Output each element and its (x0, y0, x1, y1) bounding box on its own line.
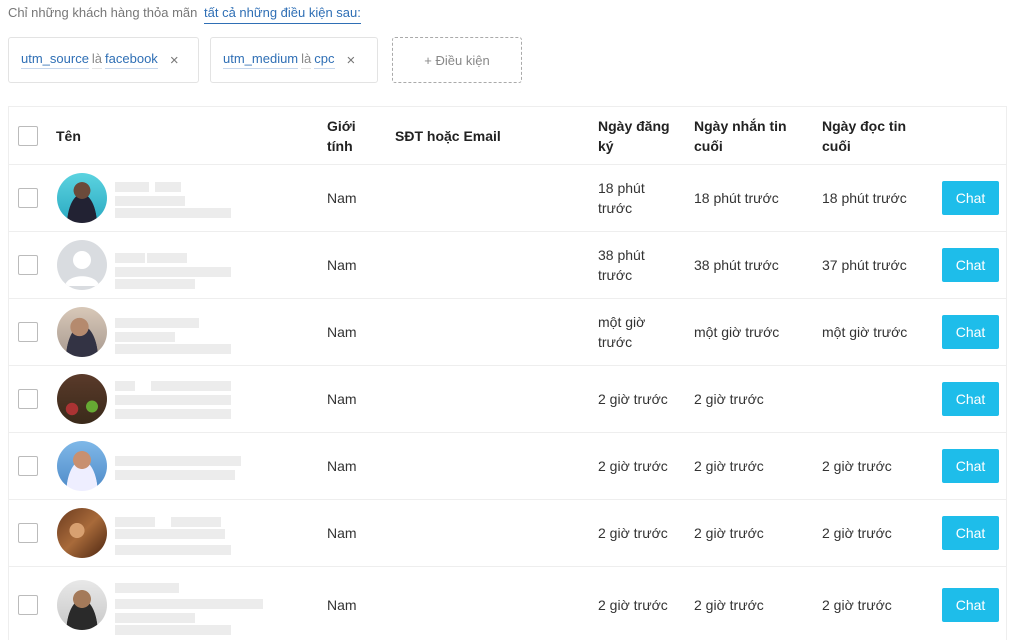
filter-description: Chỉ những khách hàng thỏa mãn tất cả nhữ… (8, 5, 361, 24)
avatar[interactable] (57, 441, 107, 491)
header-last-sent[interactable]: Ngày nhắn tin cuối (694, 116, 787, 156)
chat-button[interactable]: Chat (942, 181, 999, 215)
redacted-customer-name (115, 513, 275, 557)
row-checkbox[interactable] (18, 255, 38, 275)
last-sent-cell: một giờ trước (694, 324, 780, 340)
chat-button[interactable]: Chat (942, 588, 999, 622)
row-checkbox[interactable] (18, 322, 38, 342)
condition-operator[interactable]: là (91, 51, 103, 69)
last-sent-cell: 2 giờ trước (694, 525, 764, 541)
last-sent-cell: 2 giờ trước (694, 458, 764, 474)
last-read-cell: 2 giờ trước (822, 597, 892, 613)
gender-cell: Nam (327, 597, 357, 613)
redacted-customer-name (115, 579, 275, 635)
last-read-cell: 37 phút trước (822, 257, 907, 273)
redacted-customer-name (115, 312, 275, 356)
registered-cell: 2 giờ trước (598, 391, 668, 407)
row-checkbox[interactable] (18, 456, 38, 476)
last-read-cell: 2 giờ trước (822, 525, 892, 541)
condition-field[interactable]: utm_medium (223, 51, 299, 69)
header-contact[interactable]: SĐT hoặc Email (395, 126, 501, 146)
chat-button[interactable]: Chat (942, 516, 999, 550)
last-sent-cell: 38 phút trước (694, 257, 779, 273)
registered-cell: một giờ trước (598, 314, 646, 350)
header-last-read[interactable]: Ngày đọc tin cuối (822, 116, 906, 156)
add-condition-button[interactable]: + Điều kiện (392, 37, 522, 83)
gender-cell: Nam (327, 257, 357, 273)
select-all-checkbox[interactable] (18, 125, 38, 146)
header-registered[interactable]: Ngày đăng ký (598, 116, 670, 156)
table-row: Nam 2 giờ trước 2 giờ trước 2 giờ trước … (9, 433, 1006, 500)
chat-button[interactable]: Chat (942, 449, 999, 483)
chat-button[interactable]: Chat (942, 315, 999, 349)
registered-cell: 2 giờ trước (598, 458, 668, 474)
chat-button[interactable]: Chat (942, 382, 999, 416)
table-row: Nam 18 phút trước 18 phút trước 18 phút … (9, 165, 1006, 232)
condition-value[interactable]: facebook (105, 51, 158, 69)
redacted-customer-name (115, 178, 275, 222)
redacted-customer-name (115, 245, 275, 289)
gender-cell: Nam (327, 190, 357, 206)
gender-cell: Nam (327, 458, 357, 474)
table-row: Nam 2 giờ trước 2 giờ trước Chat (9, 366, 1006, 433)
condition-operator[interactable]: là (301, 51, 312, 69)
gender-cell: Nam (327, 391, 357, 407)
avatar[interactable] (57, 173, 107, 223)
chat-button[interactable]: Chat (942, 248, 999, 282)
gender-cell: Nam (327, 525, 357, 541)
avatar[interactable] (57, 508, 107, 558)
gender-cell: Nam (327, 324, 357, 340)
avatar[interactable] (57, 580, 107, 630)
table-row: Nam 2 giờ trước 2 giờ trước 2 giờ trước … (9, 500, 1006, 567)
table-row: Nam 38 phút trước 38 phút trước 37 phút … (9, 232, 1006, 299)
redacted-customer-name (115, 446, 275, 490)
remove-condition-icon[interactable]: × (347, 52, 356, 69)
condition-field[interactable]: utm_source (21, 51, 89, 69)
table-row: Nam một giờ trước một giờ trước một giờ … (9, 299, 1006, 366)
avatar-placeholder-icon[interactable] (57, 240, 107, 290)
row-checkbox[interactable] (18, 595, 38, 615)
last-read-cell: một giờ trước (822, 324, 908, 340)
condition-value[interactable]: cpc (314, 51, 335, 69)
last-sent-cell: 2 giờ trước (694, 391, 764, 407)
registered-cell: 2 giờ trước (598, 525, 668, 541)
remove-condition-icon[interactable]: × (170, 52, 179, 69)
last-read-cell: 2 giờ trước (822, 458, 892, 474)
condition-chip-utm-source: utm_source là facebook × (8, 37, 199, 83)
avatar[interactable] (57, 374, 107, 424)
header-name[interactable]: Tên (56, 126, 81, 146)
avatar[interactable] (57, 307, 107, 357)
table-header: Tên Giới tính SĐT hoặc Email Ngày đăng k… (9, 107, 1006, 165)
header-gender[interactable]: Giới tính (327, 116, 356, 156)
redacted-customer-name (115, 379, 275, 423)
customer-table: Tên Giới tính SĐT hoặc Email Ngày đăng k… (8, 106, 1007, 640)
row-checkbox[interactable] (18, 389, 38, 409)
row-checkbox[interactable] (18, 188, 38, 208)
filter-mode-dropdown[interactable]: tất cả những điều kiện sau: (204, 5, 361, 24)
registered-cell: 18 phút trước (598, 180, 645, 216)
registered-cell: 38 phút trước (598, 247, 645, 283)
last-sent-cell: 2 giờ trước (694, 597, 764, 613)
last-read-cell: 18 phút trước (822, 190, 907, 206)
registered-cell: 2 giờ trước (598, 597, 668, 613)
table-row: Nam 2 giờ trước 2 giờ trước 2 giờ trước … (9, 567, 1006, 640)
filter-prefix: Chỉ những khách hàng thỏa mãn (8, 5, 198, 20)
row-checkbox[interactable] (18, 523, 38, 543)
condition-chip-utm-medium: utm_medium là cpc × (210, 37, 378, 83)
last-sent-cell: 18 phút trước (694, 190, 779, 206)
